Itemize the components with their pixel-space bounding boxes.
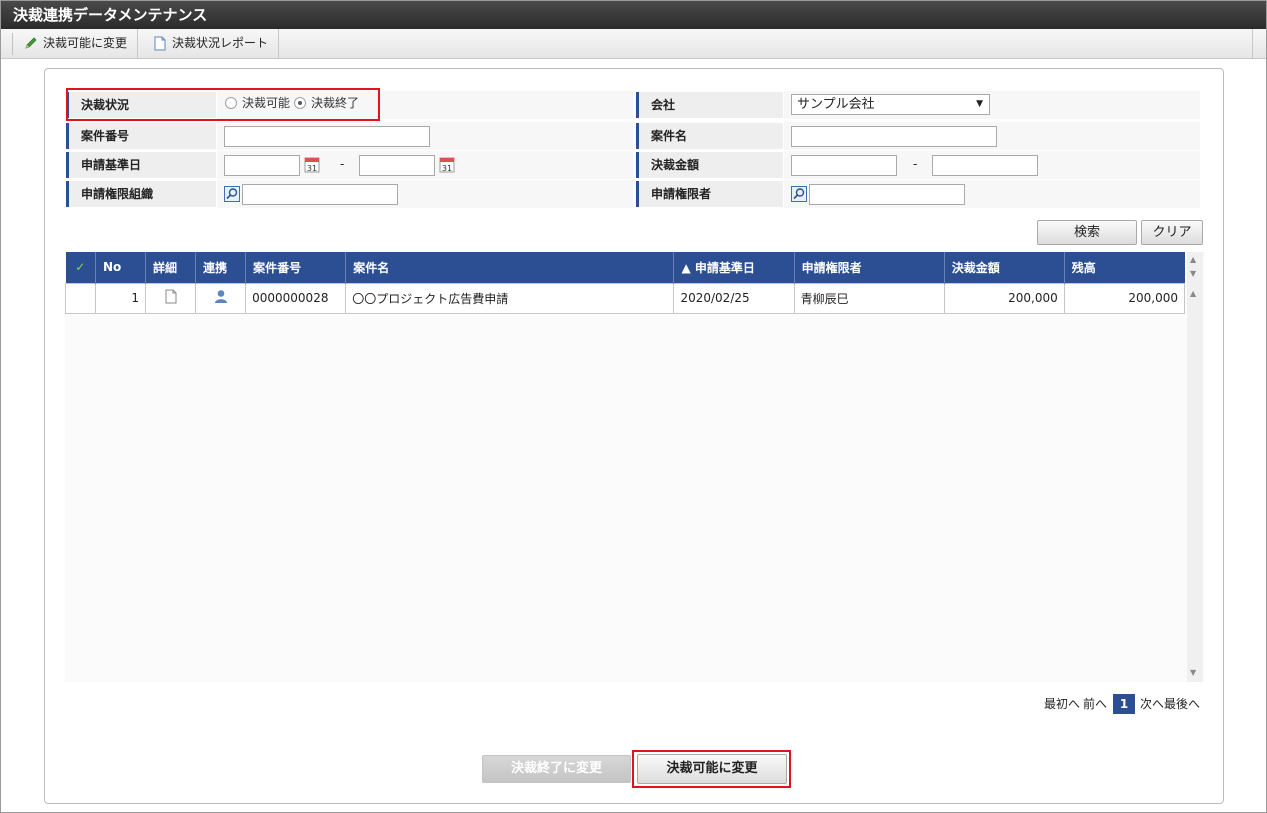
company-label: 会社 <box>636 92 783 118</box>
case-name-label: 案件名 <box>636 123 783 149</box>
search-button[interactable]: 検索 <box>1037 220 1137 245</box>
svg-text:31: 31 <box>307 164 317 173</box>
toolbar-enable-button[interactable]: 決裁可能に変更 <box>13 29 139 58</box>
row-apply-date: 2020/02/25 <box>673 282 795 314</box>
window-title: 決裁連携データメンテナンス <box>1 1 1266 29</box>
amount-from-input[interactable] <box>791 155 897 176</box>
row-applicant: 青柳辰巳 <box>793 282 945 314</box>
column-header-amount[interactable]: 決裁金額 <box>944 252 1065 283</box>
calendar-icon[interactable]: 31 <box>304 156 320 173</box>
person-label: 申請権限者 <box>636 181 783 207</box>
apply-date-label: 申請基準日 <box>66 152 216 178</box>
org-cell <box>217 180 633 208</box>
scroll-up-arrow-icon[interactable]: ▲ <box>1190 289 1196 298</box>
result-table: ✓ No 詳細 連携 案件番号 案件名 ▲ 申請基準日 申請権限者 決裁金額 残… <box>64 252 1186 314</box>
apply-date-cell: 31 - 31 <box>217 151 633 179</box>
user-icon[interactable] <box>214 289 228 304</box>
amount-label: 決裁金額 <box>636 152 783 178</box>
row-no: 1 <box>95 282 147 314</box>
grid-scrollbar[interactable]: ▲ ▼ ▲ ▼ <box>1187 252 1203 682</box>
pager-prev-link[interactable]: 前へ <box>1083 694 1107 714</box>
scroll-down-arrow-icon[interactable]: ▼ <box>1190 668 1196 677</box>
clear-button[interactable]: クリア <box>1141 220 1203 245</box>
dropdown-arrow-icon: ▼ <box>976 99 983 109</box>
column-header-case-number[interactable]: 案件番号 <box>245 252 347 283</box>
row-case-number: 0000000028 <box>245 282 347 314</box>
org-label: 申請権限組織 <box>66 181 216 207</box>
document-icon <box>154 36 166 51</box>
status-highlight-box <box>66 88 380 121</box>
pager-current-page[interactable]: 1 <box>1113 694 1135 714</box>
amount-range-separator: - <box>913 157 918 171</box>
case-number-label: 案件番号 <box>66 123 216 149</box>
column-header-no[interactable]: No <box>95 252 147 283</box>
detail-document-icon[interactable] <box>165 289 177 304</box>
search-lookup-icon[interactable] <box>791 186 807 202</box>
change-to-finished-button[interactable]: 決裁終了に変更 <box>482 755 631 783</box>
toolbar-report-label: 決裁状況レポート <box>172 36 269 50</box>
main-panel: 決裁状況 決裁可能 決裁終了 会社 サンプル会社 ▼ 案件番号 案件名 申請基準… <box>44 68 1224 804</box>
toolbar-enable-label: 決裁可能に変更 <box>43 36 128 50</box>
enable-button-highlight-box <box>632 750 791 788</box>
pager-last-link[interactable]: 最後へ <box>1164 694 1200 714</box>
case-number-input[interactable] <box>224 126 430 147</box>
apply-date-from-input[interactable] <box>224 155 300 176</box>
person-input[interactable] <box>809 184 965 205</box>
table-header-row: ✓ No 詳細 連携 案件番号 案件名 ▲ 申請基準日 申請権限者 決裁金額 残… <box>65 252 1185 283</box>
grid-area <box>65 252 1205 682</box>
person-cell <box>784 180 1200 208</box>
row-checkbox-cell[interactable] <box>64 282 97 314</box>
column-header-link[interactable]: 連携 <box>195 252 247 283</box>
row-amount: 200,000 <box>943 282 1065 314</box>
svg-text:31: 31 <box>442 164 452 173</box>
column-header-detail[interactable]: 詳細 <box>145 252 197 283</box>
scroll-up-arrow-icon[interactable]: ▲ <box>1190 255 1196 264</box>
column-header-applicant[interactable]: 申請権限者 <box>794 252 945 283</box>
company-select[interactable]: サンプル会社 ▼ <box>791 94 990 115</box>
org-input[interactable] <box>242 184 398 205</box>
row-detail-cell[interactable] <box>145 282 197 314</box>
pager-next-link[interactable]: 次へ <box>1140 694 1164 714</box>
amount-cell: - <box>784 151 1200 179</box>
pencil-icon <box>25 37 37 49</box>
case-number-cell <box>217 122 633 150</box>
apply-date-to-input[interactable] <box>359 155 435 176</box>
app-window: 決裁連携データメンテナンス 決裁可能に変更 決裁状況レポート 決裁状況 決裁可能… <box>0 0 1267 813</box>
search-lookup-icon[interactable] <box>224 186 240 202</box>
toolbar: 決裁可能に変更 決裁状況レポート <box>1 29 1266 59</box>
calendar-icon[interactable]: 31 <box>439 156 455 173</box>
toolbar-divider <box>1252 29 1253 59</box>
date-range-separator: - <box>340 157 345 171</box>
toolbar-report-button[interactable]: 決裁状況レポート <box>142 29 280 58</box>
table-row[interactable]: 1 0000000028 〇〇プロジェクト広告費申請 2020/02/25 青柳… <box>64 282 1186 314</box>
scroll-down-arrow-icon[interactable]: ▼ <box>1190 269 1196 278</box>
company-select-value: サンプル会社 <box>797 97 875 112</box>
row-balance: 200,000 <box>1063 282 1186 314</box>
column-header-apply-date[interactable]: ▲ 申請基準日 <box>673 252 795 283</box>
pager-first-link[interactable]: 最初へ <box>1044 694 1080 714</box>
amount-to-input[interactable] <box>932 155 1038 176</box>
case-name-input[interactable] <box>791 126 997 147</box>
column-header-balance[interactable]: 残高 <box>1064 252 1185 283</box>
row-case-name: 〇〇プロジェクト広告費申請 <box>345 282 675 314</box>
select-all-check-icon[interactable]: ✓ <box>65 252 97 283</box>
company-cell: サンプル会社 ▼ <box>784 91 1200 119</box>
column-header-case-name[interactable]: 案件名 <box>345 252 675 283</box>
case-name-cell <box>784 122 1200 150</box>
row-link-cell[interactable] <box>195 282 247 314</box>
